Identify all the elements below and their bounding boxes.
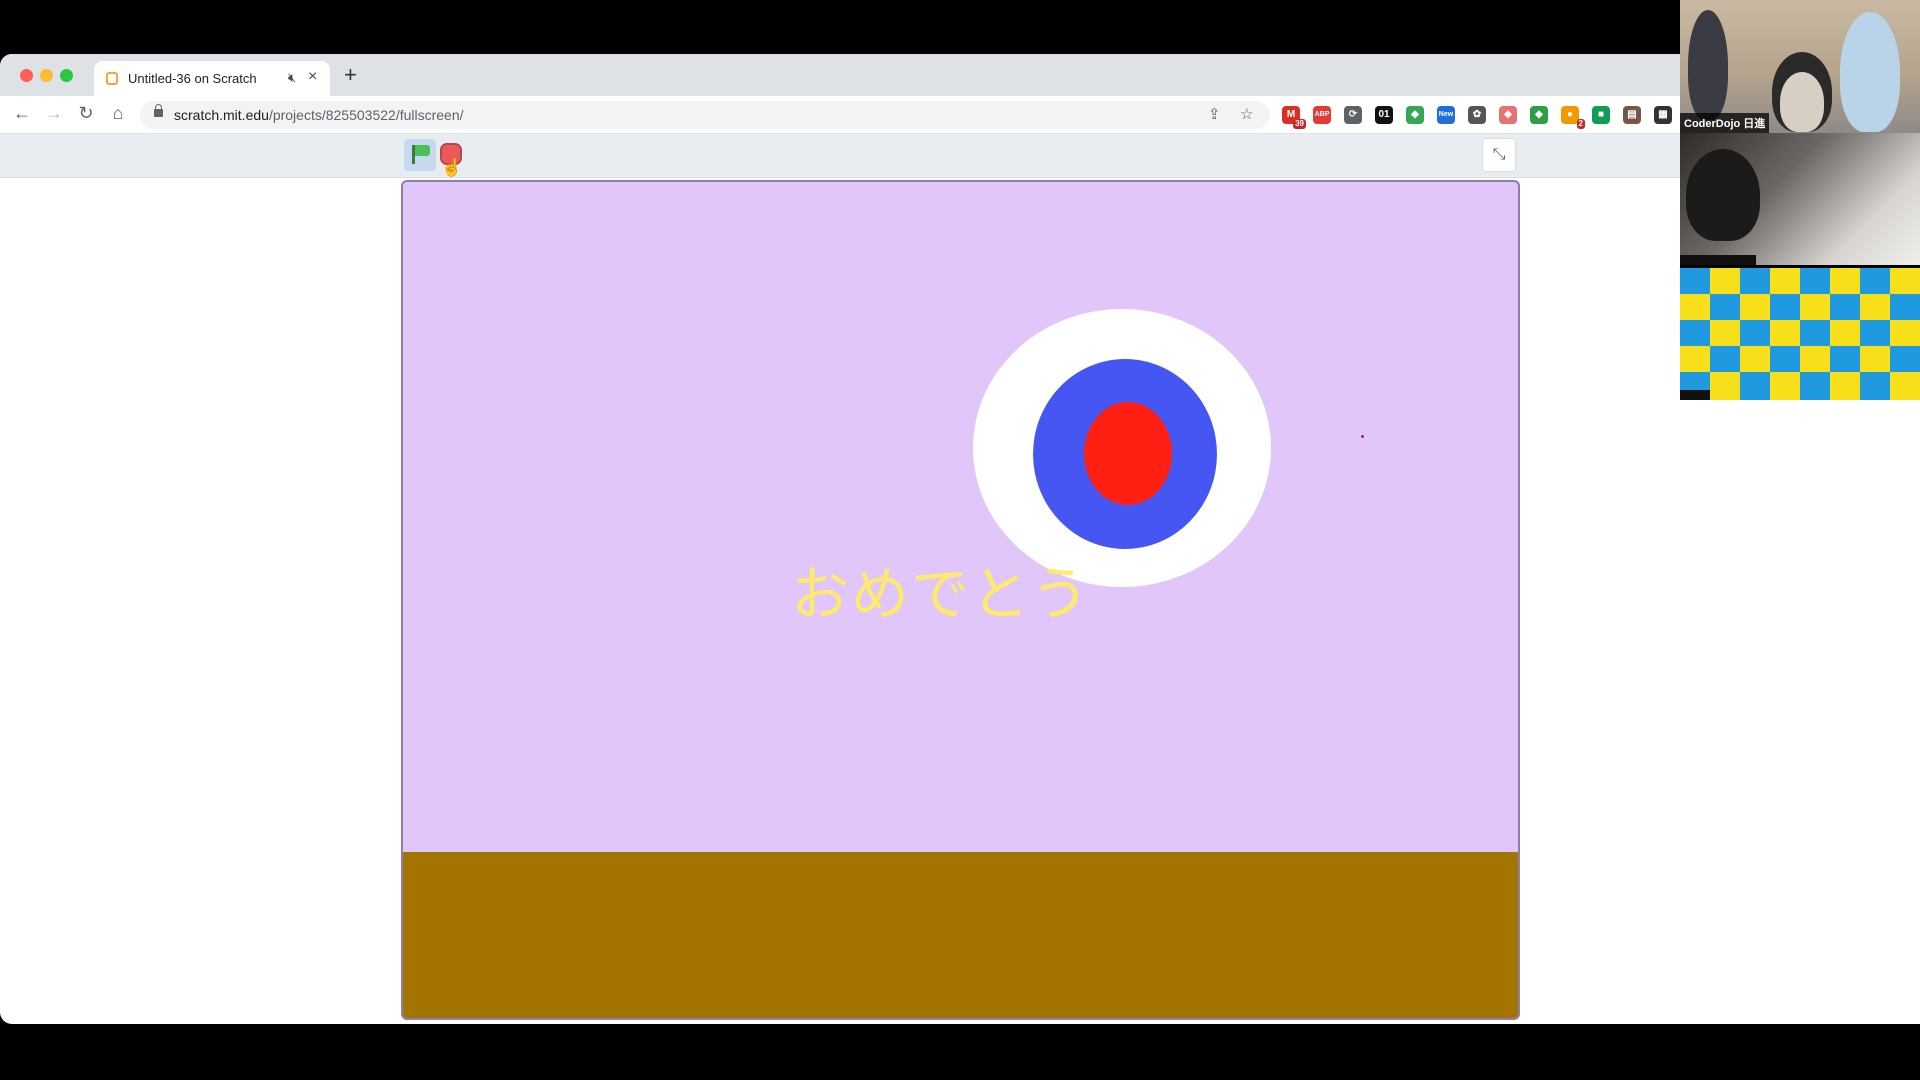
maximize-window-button[interactable] bbox=[60, 69, 73, 82]
scratch-favicon-icon bbox=[106, 72, 118, 85]
video-tile-typing-camp[interactable] bbox=[1680, 268, 1920, 400]
close-window-button[interactable] bbox=[20, 69, 33, 82]
sheets-icon[interactable]: ■ bbox=[1592, 106, 1610, 124]
ground-backdrop bbox=[403, 852, 1518, 1018]
participant-name-tag: CoderDojo 日進 bbox=[1680, 113, 1770, 133]
url-path: /projects/825503522/fullscreen/ bbox=[268, 107, 464, 123]
new-tab-button[interactable]: + bbox=[344, 62, 357, 88]
target-bullseye bbox=[1084, 402, 1172, 505]
tab-scratch-project[interactable]: Untitled-36 on Scratch 🔇︎ × bbox=[94, 61, 330, 96]
gmail-icon[interactable]: M 39 bbox=[1282, 106, 1306, 129]
maps-icon[interactable]: ◆ bbox=[1406, 106, 1424, 124]
hand-cursor-icon: ☝ bbox=[441, 158, 463, 177]
browser-toolbar: ← → ↻ ⌂ scratch.mit.edu/projects/8255035… bbox=[0, 96, 1920, 134]
scratch-controls-bar: ☝ ⤡ bbox=[0, 134, 1920, 178]
share-icon[interactable]: ⇪ bbox=[1208, 105, 1221, 123]
ext-01-icon[interactable]: 01 bbox=[1375, 106, 1393, 124]
clipboard-ext-icon[interactable]: ▤ bbox=[1623, 106, 1641, 124]
scratch-stage[interactable]: おめでとう bbox=[401, 180, 1520, 1020]
forward-arrow-icon[interactable]: → bbox=[42, 103, 66, 124]
video-tile-participant-2[interactable] bbox=[1680, 133, 1920, 265]
congratulations-text: おめでとう bbox=[791, 560, 1092, 628]
browser-window: Untitled-36 on Scratch 🔇︎ × + ← → ↻ ⌂ sc… bbox=[0, 54, 1920, 1024]
url-host: scratch.mit.edu bbox=[174, 107, 269, 123]
adblock-icon[interactable]: ABP bbox=[1313, 106, 1331, 124]
shield-ext-icon[interactable]: ◈ bbox=[1499, 106, 1517, 124]
bookmark-star-icon[interactable]: ☆ bbox=[1240, 105, 1253, 123]
participant-figure bbox=[1840, 12, 1900, 132]
tab-title: Untitled-36 on Scratch bbox=[128, 71, 257, 86]
name-tag-bar bbox=[1680, 390, 1710, 400]
minimize-window-button[interactable] bbox=[40, 69, 53, 82]
video-call-panel: CoderDojo 日進 bbox=[1680, 0, 1920, 400]
name-tag-bar bbox=[1680, 255, 1756, 265]
timer-icon[interactable]: ⟳ bbox=[1344, 106, 1362, 124]
reload-icon[interactable]: ↻ bbox=[74, 103, 98, 124]
ext-badge-icon[interactable]: ● 2 bbox=[1561, 106, 1585, 129]
diamond-ext-icon[interactable]: ◆ bbox=[1530, 106, 1548, 124]
participant-figure bbox=[1780, 72, 1824, 132]
green-flag-button[interactable] bbox=[404, 139, 436, 171]
back-arrow-icon[interactable]: ← bbox=[10, 103, 34, 124]
extension-badge: 39 bbox=[1293, 119, 1306, 129]
extension-badge: 2 bbox=[1576, 119, 1585, 129]
qr-ext-icon[interactable]: ▦ bbox=[1654, 106, 1672, 124]
checker-row bbox=[1680, 294, 1920, 320]
stage-dot bbox=[1361, 435, 1364, 438]
url-text: scratch.mit.edu/projects/825503522/fulls… bbox=[174, 107, 464, 123]
tab-close-button[interactable]: × bbox=[308, 68, 317, 86]
new-ext-icon[interactable]: New bbox=[1437, 106, 1455, 124]
participant-figure bbox=[1688, 10, 1728, 120]
tab-strip: Untitled-36 on Scratch 🔇︎ × + bbox=[0, 54, 1920, 96]
exit-fullscreen-button[interactable]: ⤡ bbox=[1482, 138, 1516, 172]
lock-icon[interactable] bbox=[154, 104, 163, 117]
gear-ext-icon[interactable]: ✿ bbox=[1468, 106, 1486, 124]
checker-row bbox=[1680, 346, 1920, 372]
video-tile-coderdojo[interactable]: CoderDojo 日進 bbox=[1680, 0, 1920, 133]
speaker-muted-icon[interactable]: 🔇︎ bbox=[288, 70, 296, 86]
home-icon[interactable]: ⌂ bbox=[106, 103, 130, 124]
address-bar[interactable]: scratch.mit.edu/projects/825503522/fulls… bbox=[140, 101, 1270, 129]
participant-figure bbox=[1686, 149, 1760, 241]
green-flag-icon bbox=[415, 145, 430, 156]
